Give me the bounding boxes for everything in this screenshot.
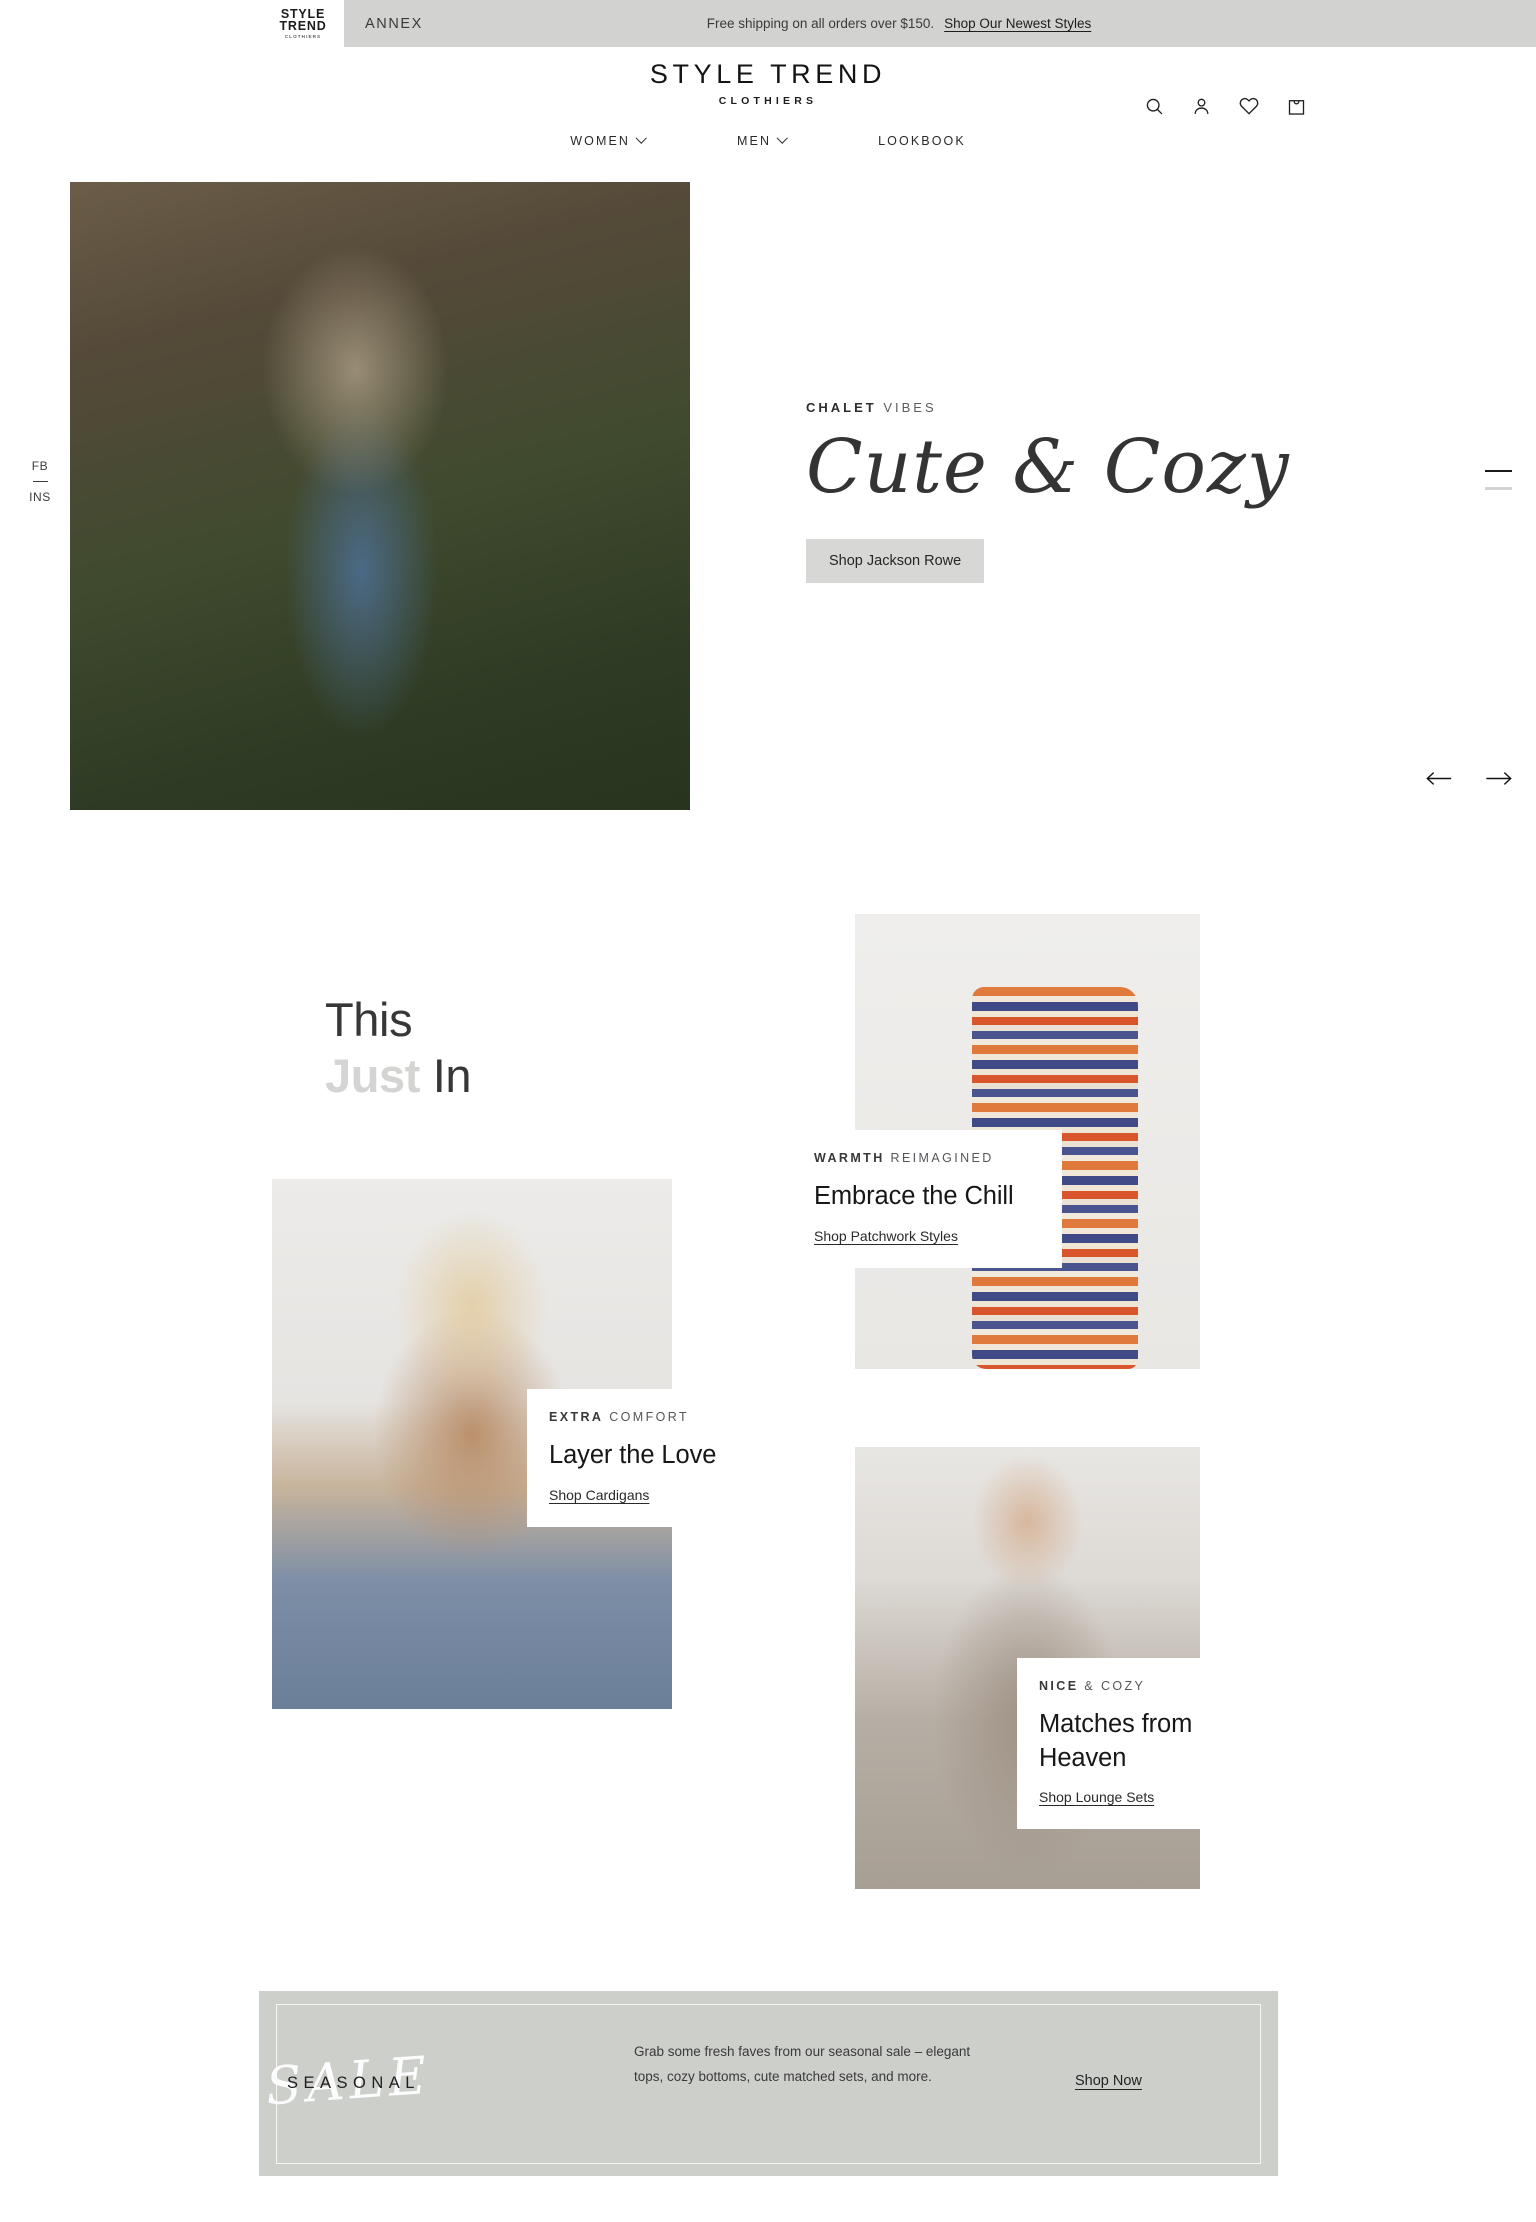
hero-copy: CHALET VIBES Cute & Cozy Shop Jackson Ro…	[806, 400, 1326, 583]
section-heading-this-just-in: This Just In	[325, 992, 472, 1104]
brand-subtitle: CLOTHIERS	[718, 95, 818, 107]
card-eyebrow-extra: EXTRA COMFORT	[549, 1410, 741, 1424]
announcement-link[interactable]: Shop Our Newest Styles	[944, 16, 1091, 31]
hero-cta-button[interactable]: Shop Jackson Rowe	[806, 538, 985, 583]
card-layer-the-love: EXTRA COMFORT Layer the Love Shop Cardig…	[527, 1389, 767, 1527]
social-link-facebook[interactable]: FB	[20, 460, 60, 472]
card-title-matches-from-heaven: Matches from Heaven	[1039, 1710, 1193, 1772]
hero-eyebrow-light: VIBES	[883, 400, 937, 415]
hero-image	[70, 182, 690, 810]
card-eyebrow-warmth: WARMTH REIMAGINED	[814, 1151, 1036, 1165]
arrow-left-icon[interactable]	[1426, 770, 1453, 787]
announcement-message-group: Free shipping on all orders over $150. S…	[707, 16, 1091, 31]
annex-logo-tile[interactable]: STYLE TREND CLOTHIERS	[262, 0, 344, 47]
sale-banner-body-text: Grab some fresh faves from our seasonal …	[634, 2044, 971, 2084]
wishlist-heart-icon[interactable]	[1238, 95, 1260, 117]
site-header: STYLE TREND CLOTHIERS WOMEN MEN LOOKBOOK	[0, 47, 1536, 160]
hero-eyebrow-bold: CHALET	[806, 400, 877, 415]
card-title-embrace-the-chill: Embrace the Chill	[814, 1182, 1014, 1210]
seasonal-sale-banner: SALE SEASONAL Grab some fresh faves from…	[259, 1991, 1278, 2176]
header-icon-group	[1144, 95, 1307, 117]
card-link-shop-cardigans[interactable]: Shop Cardigans	[549, 1487, 649, 1503]
hero-photo-model	[70, 182, 690, 810]
slide-indicator-1[interactable]	[1485, 470, 1512, 473]
hero-title: Cute & Cozy	[806, 424, 1290, 510]
nav-item-men-label: MEN	[737, 134, 772, 148]
sale-banner-wordmark: SALE SEASONAL	[259, 1991, 444, 2176]
heading-line-2: Just In	[325, 1048, 472, 1104]
social-link-instagram[interactable]: INS	[20, 491, 60, 503]
nav-item-lookbook-label: LOOKBOOK	[878, 134, 966, 148]
annex-logo-line2: TREND	[279, 19, 327, 34]
card-link-shop-patchwork-styles[interactable]: Shop Patchwork Styles	[814, 1228, 958, 1244]
social-rail: FB INS	[20, 460, 60, 503]
hero-slide-indicators	[1485, 470, 1512, 490]
slide-indicator-2[interactable]	[1485, 487, 1512, 490]
arrow-right-icon[interactable]	[1485, 770, 1512, 787]
card-eyebrow-bold: WARMTH	[814, 1151, 885, 1165]
card-matches-from-heaven: NICE & COZY Matches from Heaven Shop Lou…	[1017, 1658, 1257, 1830]
annex-label[interactable]: ANNEX	[365, 16, 423, 32]
nav-item-lookbook[interactable]: LOOKBOOK	[878, 134, 966, 148]
heading-line-2-rest: In	[432, 1048, 472, 1102]
card-eyebrow-light: COMFORT	[609, 1410, 690, 1424]
announcement-message: Free shipping on all orders over $150.	[706, 16, 935, 31]
card-title-layer-the-love: Layer the Love	[549, 1441, 717, 1469]
sale-seasonal-text: SEASONAL	[287, 2074, 420, 2092]
cart-bag-icon[interactable]	[1286, 96, 1307, 117]
nav-item-women[interactable]: WOMEN	[570, 132, 647, 148]
card-eyebrow-bold: EXTRA	[549, 1410, 604, 1424]
sale-banner-photo	[444, 1991, 629, 2176]
card-eyebrow-light: & COZY	[1084, 1679, 1146, 1693]
card-link-shop-lounge-sets[interactable]: Shop Lounge Sets	[1039, 1789, 1154, 1805]
brand-logo[interactable]: STYLE TREND CLOTHIERS	[650, 61, 886, 107]
hero-eyebrow: CHALET VIBES	[806, 400, 1326, 415]
sale-banner-shop-now-link[interactable]: Shop Now	[1075, 2073, 1142, 2089]
chevron-down-icon	[635, 132, 647, 144]
brand-name: STYLE TREND	[649, 59, 887, 89]
annex-logo-line3: CLOTHIERS	[284, 33, 322, 39]
chevron-down-icon	[776, 132, 788, 144]
announcement-bar: STYLE TREND CLOTHIERS ANNEX Free shippin…	[262, 0, 1536, 47]
card-embrace-the-chill: WARMTH REIMAGINED Embrace the Chill Shop…	[792, 1130, 1062, 1268]
search-icon[interactable]	[1144, 96, 1165, 117]
main-navigation: WOMEN MEN LOOKBOOK	[570, 132, 966, 148]
card-eyebrow-light: REIMAGINED	[890, 1151, 994, 1165]
account-icon[interactable]	[1191, 96, 1212, 117]
sale-photo-sweater-stack	[444, 1991, 629, 2176]
social-rail-divider	[32, 481, 48, 483]
card-eyebrow-nice: NICE & COZY	[1039, 1679, 1231, 1693]
nav-item-men[interactable]: MEN	[737, 132, 788, 148]
card-eyebrow-bold: NICE	[1039, 1679, 1079, 1693]
heading-line-1: This	[325, 993, 413, 1046]
heading-line-2-muted: Just	[325, 1048, 421, 1102]
nav-item-women-label: WOMEN	[570, 134, 631, 148]
hero-carousel-arrows	[1426, 770, 1512, 787]
